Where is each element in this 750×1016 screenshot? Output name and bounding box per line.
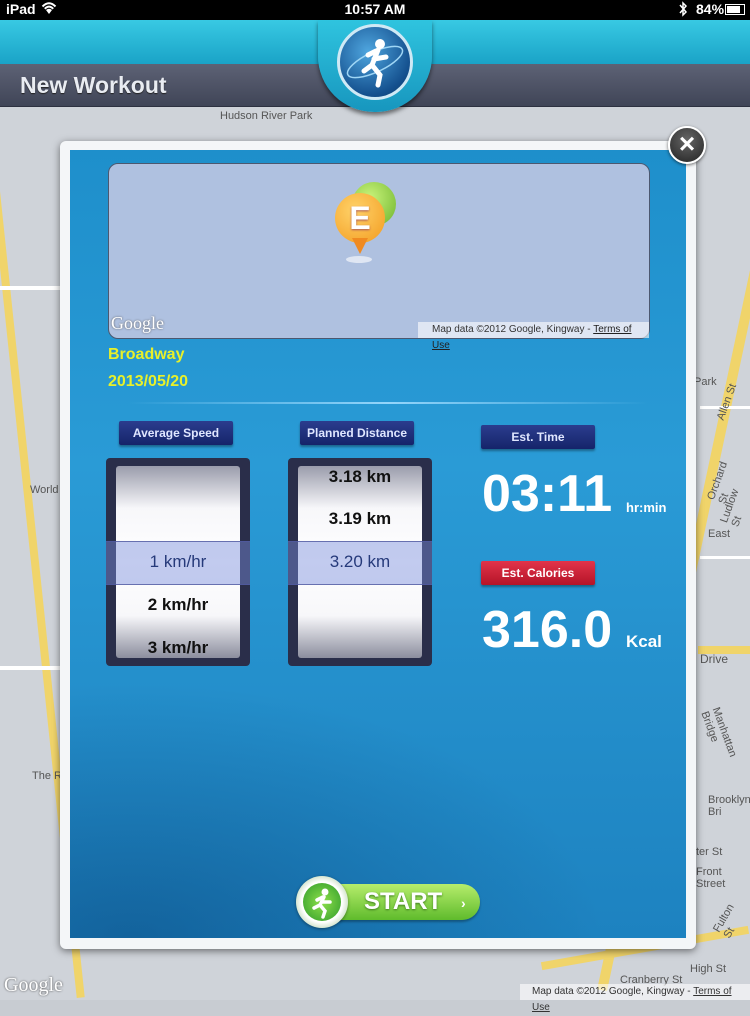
map-label: High St: [690, 963, 727, 975]
map-label: Allen St: [714, 382, 740, 422]
est-time-value: 03:11: [482, 465, 613, 523]
chevron-right-icon: ›: [461, 895, 466, 911]
est-time-label: Est. Time: [481, 425, 595, 449]
est-time-unit: hr:min: [626, 500, 667, 515]
map-label: Manhattan Bridge: [698, 705, 739, 759]
start-label: START: [364, 888, 443, 915]
map-label: World: [30, 484, 59, 496]
map-label: Park: [694, 376, 717, 388]
picker-row[interactable]: 3 km/hr: [116, 627, 240, 666]
est-calories-unit: Kcal: [626, 632, 662, 651]
map-road: [0, 666, 60, 670]
location-name: Broadway: [108, 346, 185, 363]
est-calories-value: 316.0: [482, 601, 613, 659]
battery-percent: 84%: [696, 1, 725, 17]
close-button[interactable]: ×: [668, 126, 706, 164]
marker-shadow: [346, 256, 372, 263]
picker-row[interactable]: 3.18 km: [298, 458, 422, 498]
map-label: ter St: [696, 846, 723, 858]
google-logo: Google: [111, 313, 164, 333]
start-button[interactable]: START ›: [296, 876, 482, 928]
start-button-badge: [296, 876, 348, 928]
est-calories-label: Est. Calories: [481, 561, 595, 585]
average-speed-label: Average Speed: [119, 421, 233, 445]
map-label: East: [708, 528, 731, 540]
app-logo: [337, 24, 413, 100]
marker-tail: [352, 238, 368, 254]
map-label: Drive: [700, 652, 729, 666]
battery-icon: [725, 4, 745, 15]
close-icon: ×: [678, 128, 696, 159]
picker-row[interactable]: [116, 498, 240, 540]
map-label: Brooklyn Bri: [708, 794, 750, 818]
runner-icon: [303, 883, 341, 921]
map-label: The R: [32, 770, 62, 782]
map-label: Front Street: [696, 866, 726, 890]
map-credit-text: Map data ©2012 Google, Kingway -: [432, 324, 591, 335]
map-label: Hudson River Park: [220, 110, 313, 122]
planned-distance-picker[interactable]: 3.18 km 3.19 km 3.20 km: [288, 458, 432, 666]
bluetooth-icon: [678, 1, 688, 20]
average-speed-picker[interactable]: 1 km/hr 2 km/hr 3 km/hr: [106, 458, 250, 666]
status-time: 10:57 AM: [344, 1, 406, 17]
map-road: [700, 556, 750, 559]
map-road: [0, 286, 60, 290]
picker-row[interactable]: 2 km/hr: [116, 584, 240, 626]
picker-row-selected[interactable]: 3.20 km: [298, 541, 422, 583]
map-credit: Map data ©2012 Google, Kingway - Terms o…: [418, 322, 649, 351]
google-logo: Google: [4, 974, 63, 996]
page-title: New Workout: [20, 72, 167, 98]
map-credit-text: Map data ©2012 Google, Kingway -: [532, 986, 691, 997]
map-credit: Map data ©2012 Google, Kingway - Terms o…: [520, 984, 750, 1013]
workout-date: 2013/05/20: [108, 373, 189, 390]
end-marker-icon[interactable]: E: [335, 193, 385, 243]
planned-distance-label: Planned Distance: [300, 421, 414, 445]
picker-row[interactable]: [298, 584, 422, 626]
status-bar: iPad 10:57 AM 84%: [0, 0, 750, 20]
picker-row-selected[interactable]: 1 km/hr: [116, 541, 240, 583]
picker-row[interactable]: 3.19 km: [298, 498, 422, 540]
divider: [128, 402, 648, 404]
